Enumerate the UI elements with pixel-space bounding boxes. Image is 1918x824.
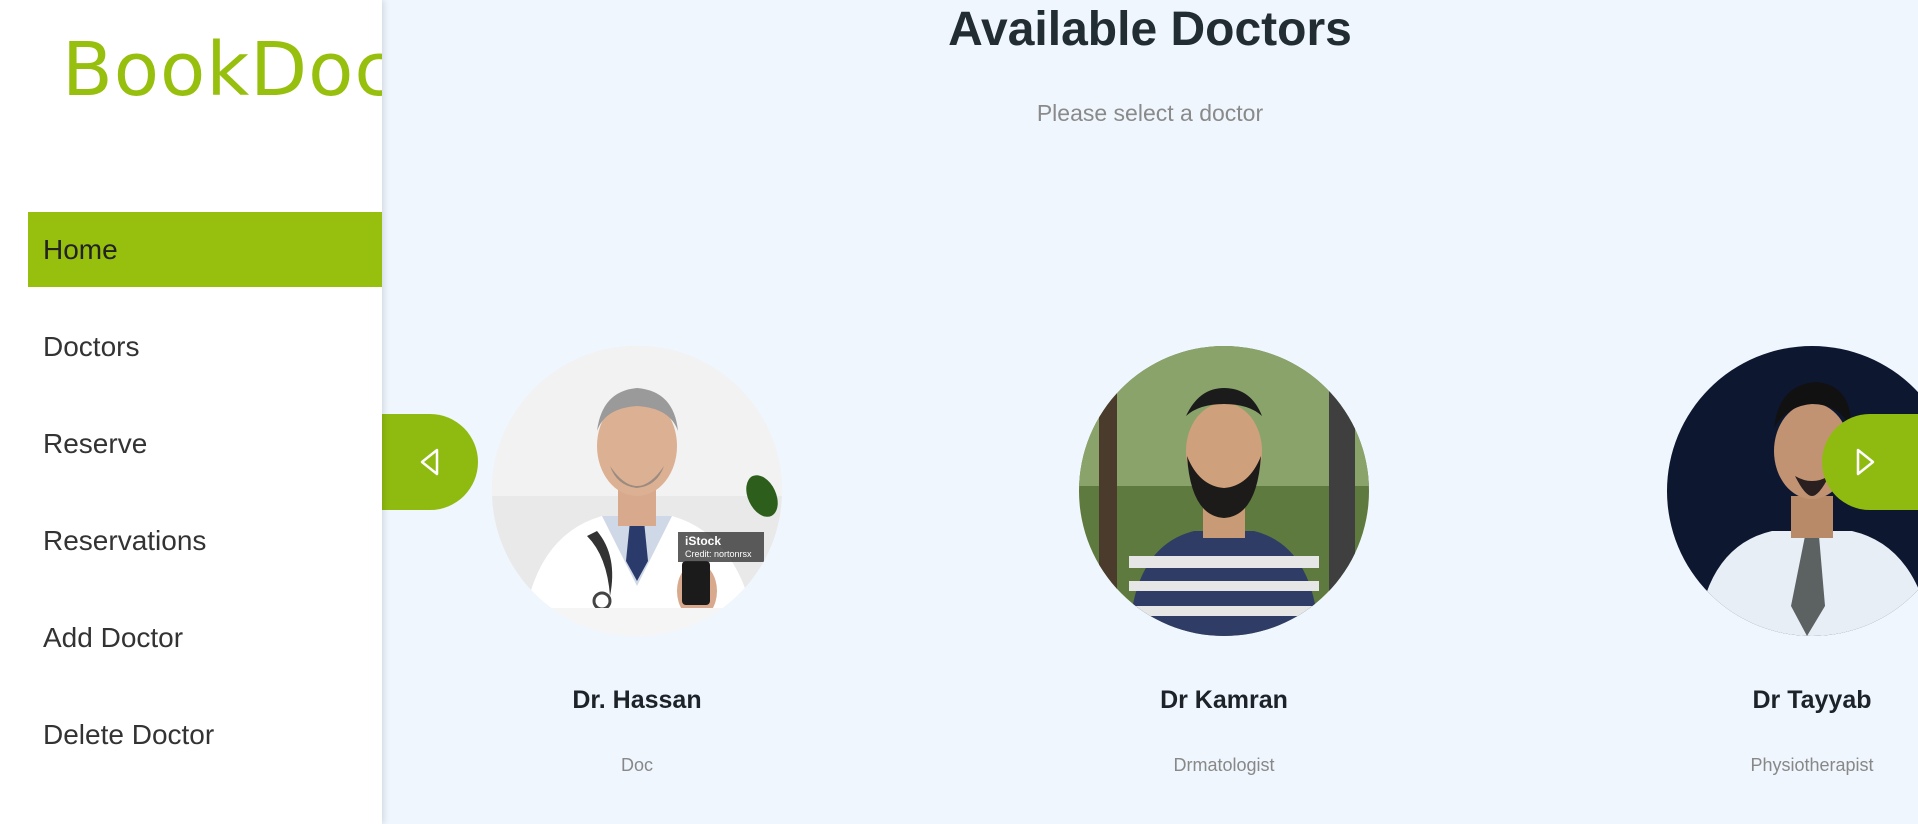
triangle-right-icon	[1856, 448, 1875, 476]
doctor-specialty: Drmatologist	[1173, 755, 1275, 775]
app: BookDoc Home Doctors Reserve Reservation…	[0, 0, 1918, 824]
sidebar-item-delete-doctor[interactable]: Delete Doctor	[28, 697, 382, 772]
sidebar: BookDoc Home Doctors Reserve Reservation…	[0, 0, 382, 824]
sidebar-item-reserve[interactable]: Reserve	[28, 406, 382, 481]
triangle-left-icon	[420, 448, 439, 476]
prev-button[interactable]	[382, 414, 478, 510]
doctor-card-kamran[interactable]: Dr Kamran Drmatologist	[1079, 346, 1369, 776]
doctor-specialty: Physiotherapist	[1750, 755, 1874, 775]
doctor-kamran-image	[1079, 346, 1369, 636]
logo[interactable]: BookDoc	[62, 29, 382, 111]
doctor-specialty: Doc	[620, 755, 653, 775]
doctor-hassan-image: iStock Credit: nortonrsx	[492, 346, 782, 636]
istock-watermark: iStock	[685, 534, 721, 548]
sidebar-item-home[interactable]: Home	[28, 212, 382, 287]
doctor-photo-kamran	[1079, 346, 1369, 636]
next-button[interactable]	[1822, 414, 1918, 510]
sidebar-item-add-doctor[interactable]: Add Doctor	[28, 600, 382, 675]
sidebar-nav: Home Doctors Reserve Reservations Add Do…	[28, 212, 382, 794]
sidebar-item-doctors[interactable]: Doctors	[28, 309, 382, 384]
page-title: Available Doctors	[948, 3, 1352, 56]
photo-credit: Credit: nortonrsx	[685, 549, 752, 559]
main-content: Available Doctors Please select a doctor	[382, 0, 1918, 824]
sidebar-item-reservations[interactable]: Reservations	[28, 503, 382, 578]
doctor-card-hassan[interactable]: iStock Credit: nortonrsx Dr. Hassan Doc	[492, 346, 782, 776]
doctor-name: Dr Kamran	[1160, 686, 1288, 714]
doctor-name: Dr. Hassan	[572, 686, 702, 714]
doctor-card-tayyab[interactable]: Dr Tayyab Physiotherapist	[1667, 346, 1918, 776]
page-subtitle: Please select a doctor	[1036, 100, 1264, 126]
doctor-photo-hassan: iStock Credit: nortonrsx	[492, 346, 782, 636]
doctor-name: Dr Tayyab	[1752, 686, 1872, 714]
